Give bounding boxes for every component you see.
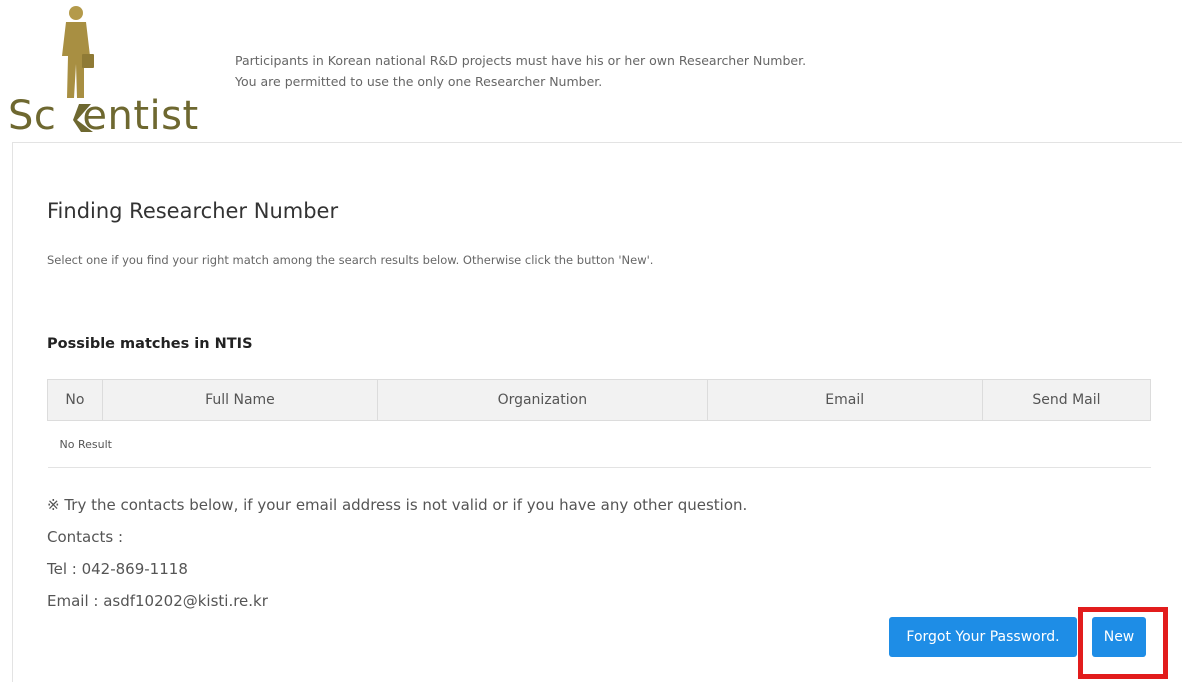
businessman-figure-icon [62,6,94,98]
logo-text-left: Sc [8,93,57,139]
contact-note: ※ Try the contacts below, if your email … [47,496,748,514]
table-row: No Result [47,420,1151,468]
highlight-box [1078,607,1168,679]
page-title: Finding Researcher Number [47,199,339,223]
page-subtitle: Select one if you find your right match … [47,253,654,267]
contact-tel: Tel : 042-869-1118 [47,560,188,578]
column-full-name: Full Name [101,379,379,421]
logo-i-mark-icon [73,104,93,132]
no-result-cell: No Result [47,420,1151,468]
table-header-row: No Full Name Organization Email Send Mai… [47,379,1152,421]
contacts-label: Contacts : [47,528,123,546]
column-organization: Organization [377,379,708,421]
logo-wordmark: Sc entist [8,94,199,138]
forgot-password-button[interactable]: Forgot Your Password. [889,617,1077,657]
contact-info: ※ Try the contacts below, if your email … [47,489,747,617]
notice-line-2: You are permitted to use the only one Re… [235,74,603,89]
scientist-logo[interactable]: Sc entist [8,4,208,138]
column-email: Email [706,379,983,421]
column-send-mail: Send Mail [981,379,1152,421]
header-notice: Participants in Korean national R&D proj… [235,50,806,92]
main-content: Finding Researcher Number Select one if … [12,142,1182,682]
contact-email: Email : asdf10202@kisti.re.kr [47,592,268,610]
results-table: No Full Name Organization Email Send Mai… [47,379,1152,468]
notice-line-1: Participants in Korean national R&D proj… [235,53,807,68]
column-no: No [47,379,103,421]
logo-text-right: entist [82,93,199,139]
header: Sc entist Participants in Korean national… [0,0,1182,140]
section-title: Possible matches in NTIS [47,336,253,352]
